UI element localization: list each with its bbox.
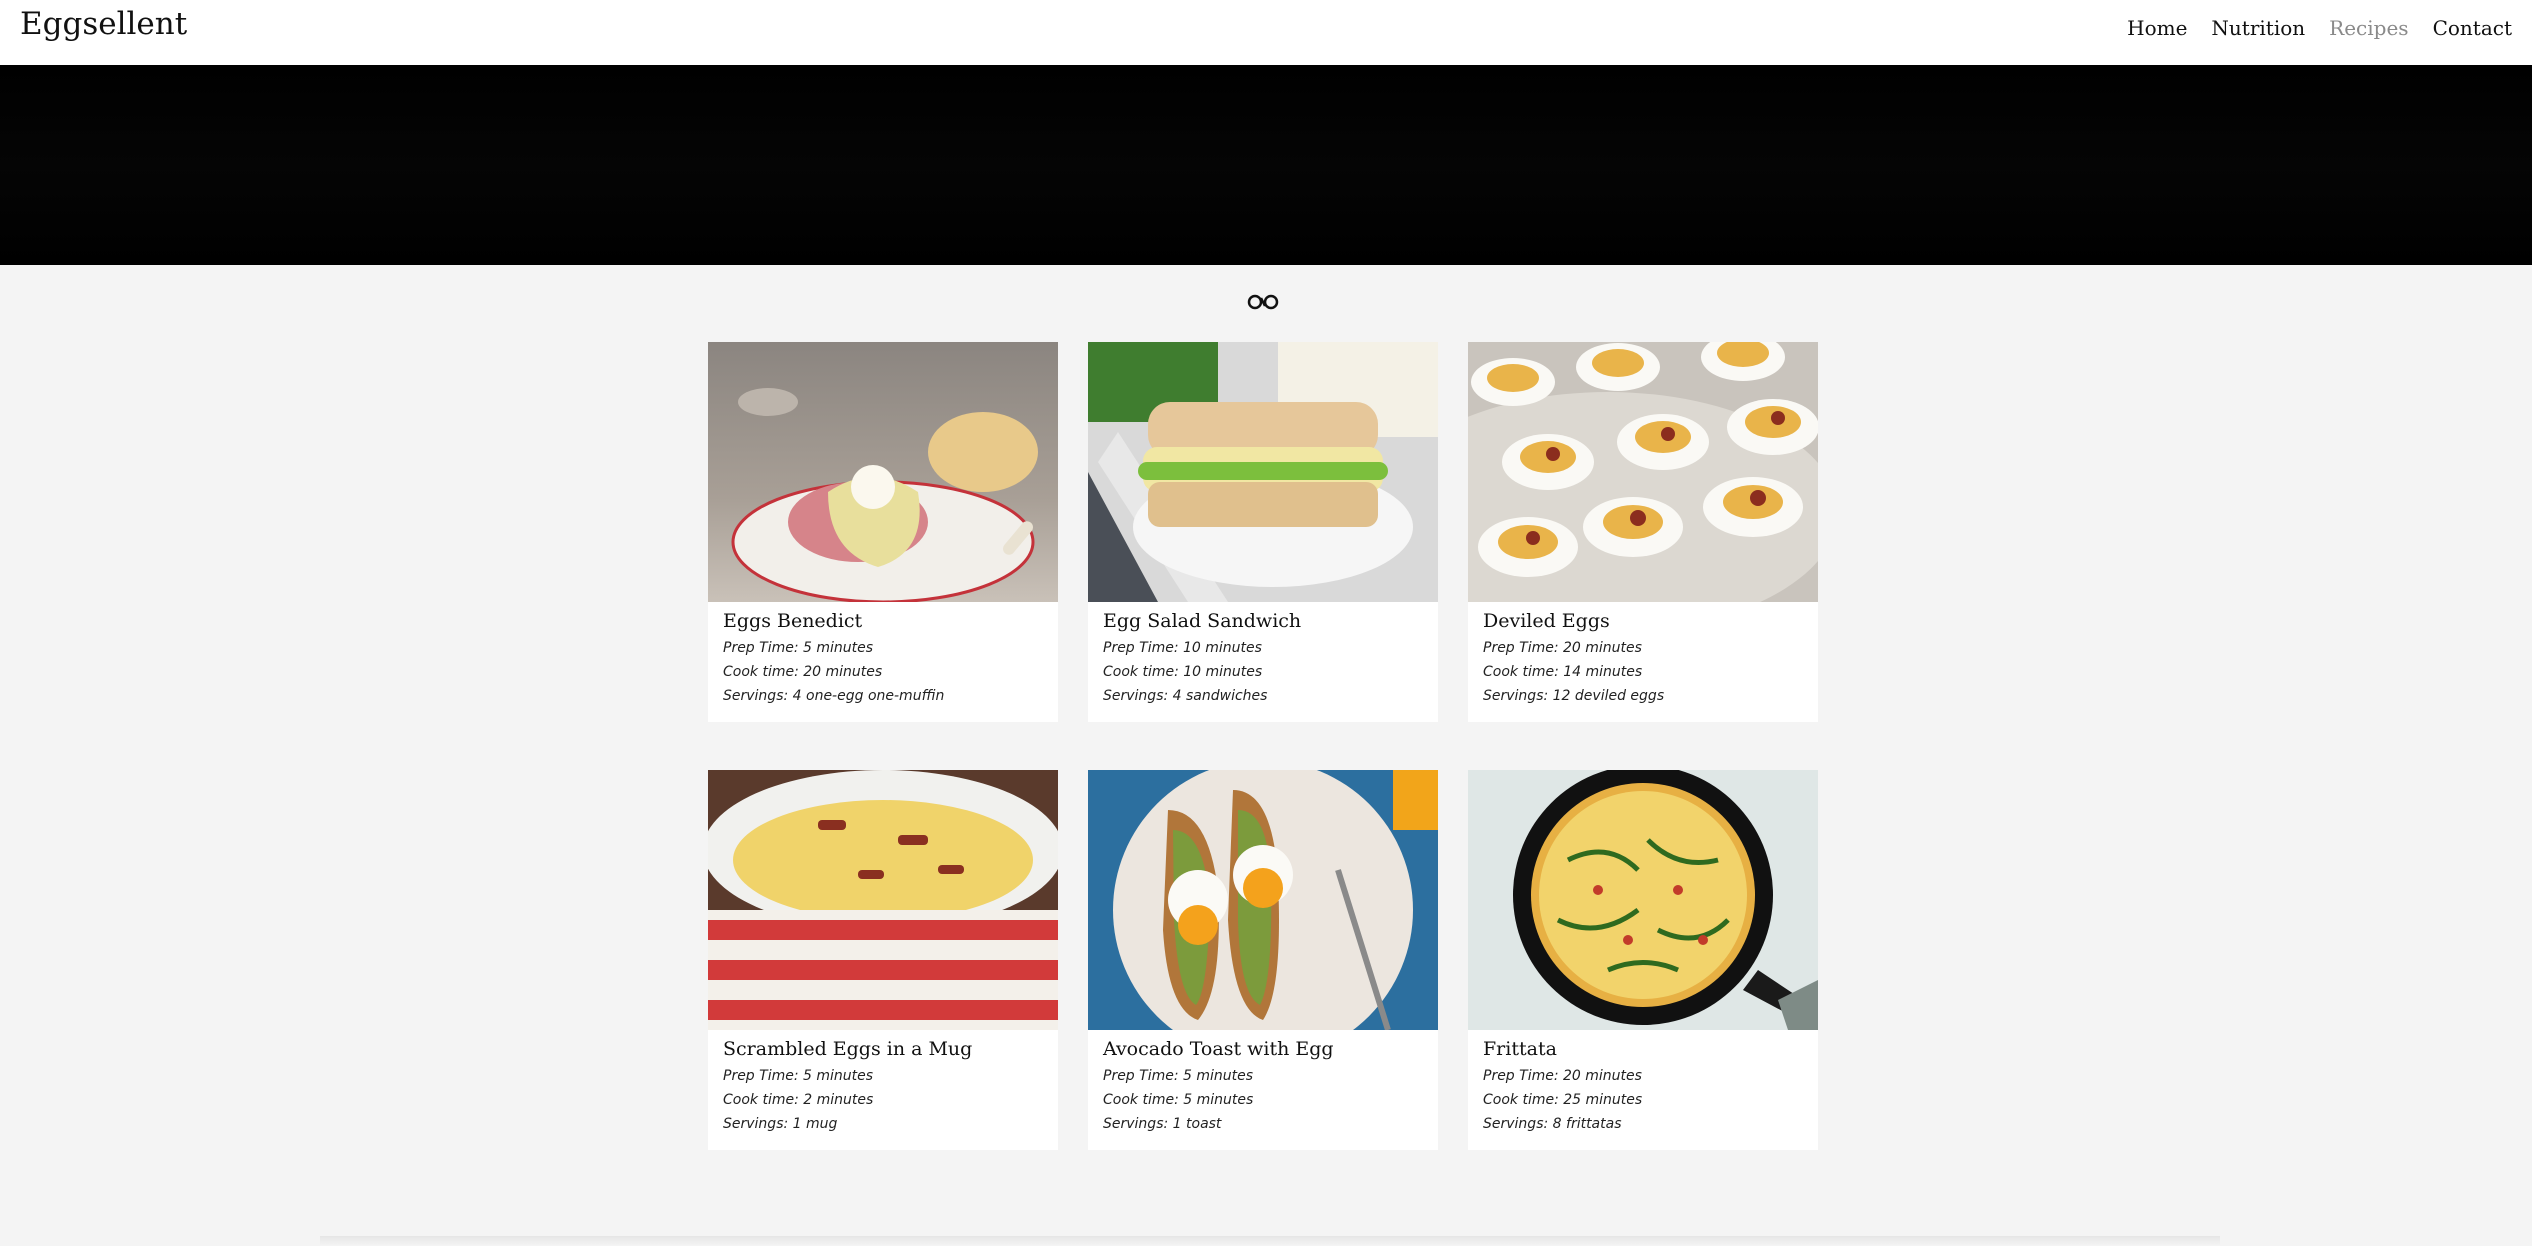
top-navigation-bar: Eggsellent Home Nutrition Recipes Contac… (0, 0, 2532, 65)
recipe-cook-time: Cook time: 20 minutes (723, 664, 883, 680)
recipe-title: Egg Salad Sandwich (1103, 610, 1302, 632)
recipe-prep-time: Prep Time: 5 minutes (723, 1068, 874, 1084)
recipe-servings: Servings: 4 one-egg one-muffin (723, 688, 945, 704)
recipe-card-scrambled-eggs-in-a-mug[interactable]: Scrambled Eggs in a Mug Prep Time: 5 min… (708, 770, 1058, 1150)
hero-banner (0, 65, 2532, 265)
brand-logo-link[interactable]: Eggsellent (20, 6, 187, 42)
nav-nutrition-link[interactable]: Nutrition (2211, 16, 2305, 40)
recipe-cook-time: Cook time: 10 minutes (1103, 664, 1263, 680)
recipe-card-frittata[interactable]: Frittata Prep Time: 20 minutes Cook time… (1468, 770, 1818, 1150)
infinity-toggle-icon[interactable] (1245, 293, 1281, 311)
recipe-servings: Servings: 1 mug (723, 1116, 838, 1132)
recipe-servings: Servings: 4 sandwiches (1103, 688, 1268, 704)
recipe-prep-time: Prep Time: 10 minutes (1103, 640, 1262, 656)
footer-edge-shadow (320, 1236, 2220, 1246)
recipe-prep-time: Prep Time: 5 minutes (723, 640, 874, 656)
recipe-card-eggs-benedict[interactable]: Eggs Benedict Prep Time: 5 minutes Cook … (708, 342, 1058, 722)
scrambled-eggs-mug-image (708, 770, 1058, 1030)
nav-recipes-link[interactable]: Recipes (2329, 16, 2408, 40)
recipe-title: Scrambled Eggs in a Mug (723, 1038, 973, 1060)
recipe-title: Eggs Benedict (723, 610, 863, 632)
recipe-title: Deviled Eggs (1483, 610, 1610, 632)
recipe-cook-time: Cook time: 2 minutes (723, 1092, 874, 1108)
recipe-prep-time: Prep Time: 20 minutes (1483, 1068, 1642, 1084)
recipe-cook-time: Cook time: 5 minutes (1103, 1092, 1254, 1108)
recipe-servings: Servings: 1 toast (1103, 1116, 1222, 1132)
nav-home-link[interactable]: Home (2127, 16, 2187, 40)
avocado-toast-image (1088, 770, 1438, 1030)
nav-contact-link[interactable]: Contact (2433, 16, 2512, 40)
recipe-cook-time: Cook time: 14 minutes (1483, 664, 1643, 680)
recipe-card-deviled-eggs[interactable]: Deviled Eggs Prep Time: 20 minutes Cook … (1468, 342, 1818, 722)
eggs-benedict-image (708, 342, 1058, 602)
recipe-prep-time: Prep Time: 5 minutes (1103, 1068, 1254, 1084)
recipe-servings: Servings: 8 frittatas (1483, 1116, 1622, 1132)
frittata-image (1468, 770, 1818, 1030)
recipe-cook-time: Cook time: 25 minutes (1483, 1092, 1643, 1108)
recipe-card-avocado-toast[interactable]: Avocado Toast with Egg Prep Time: 5 minu… (1088, 770, 1438, 1150)
deviled-eggs-image (1468, 342, 1818, 602)
recipe-servings: Servings: 12 deviled eggs (1483, 688, 1665, 704)
recipe-prep-time: Prep Time: 20 minutes (1483, 640, 1642, 656)
recipe-card-egg-salad-sandwich[interactable]: Egg Salad Sandwich Prep Time: 10 minutes… (1088, 342, 1438, 722)
recipe-grid: Eggs Benedict Prep Time: 5 minutes Cook … (708, 342, 1820, 1152)
recipe-title: Frittata (1483, 1038, 1557, 1060)
main-nav: Home Nutrition Recipes Contact (2127, 16, 2512, 40)
recipe-title: Avocado Toast with Egg (1103, 1038, 1334, 1060)
egg-salad-sandwich-image (1088, 342, 1438, 602)
